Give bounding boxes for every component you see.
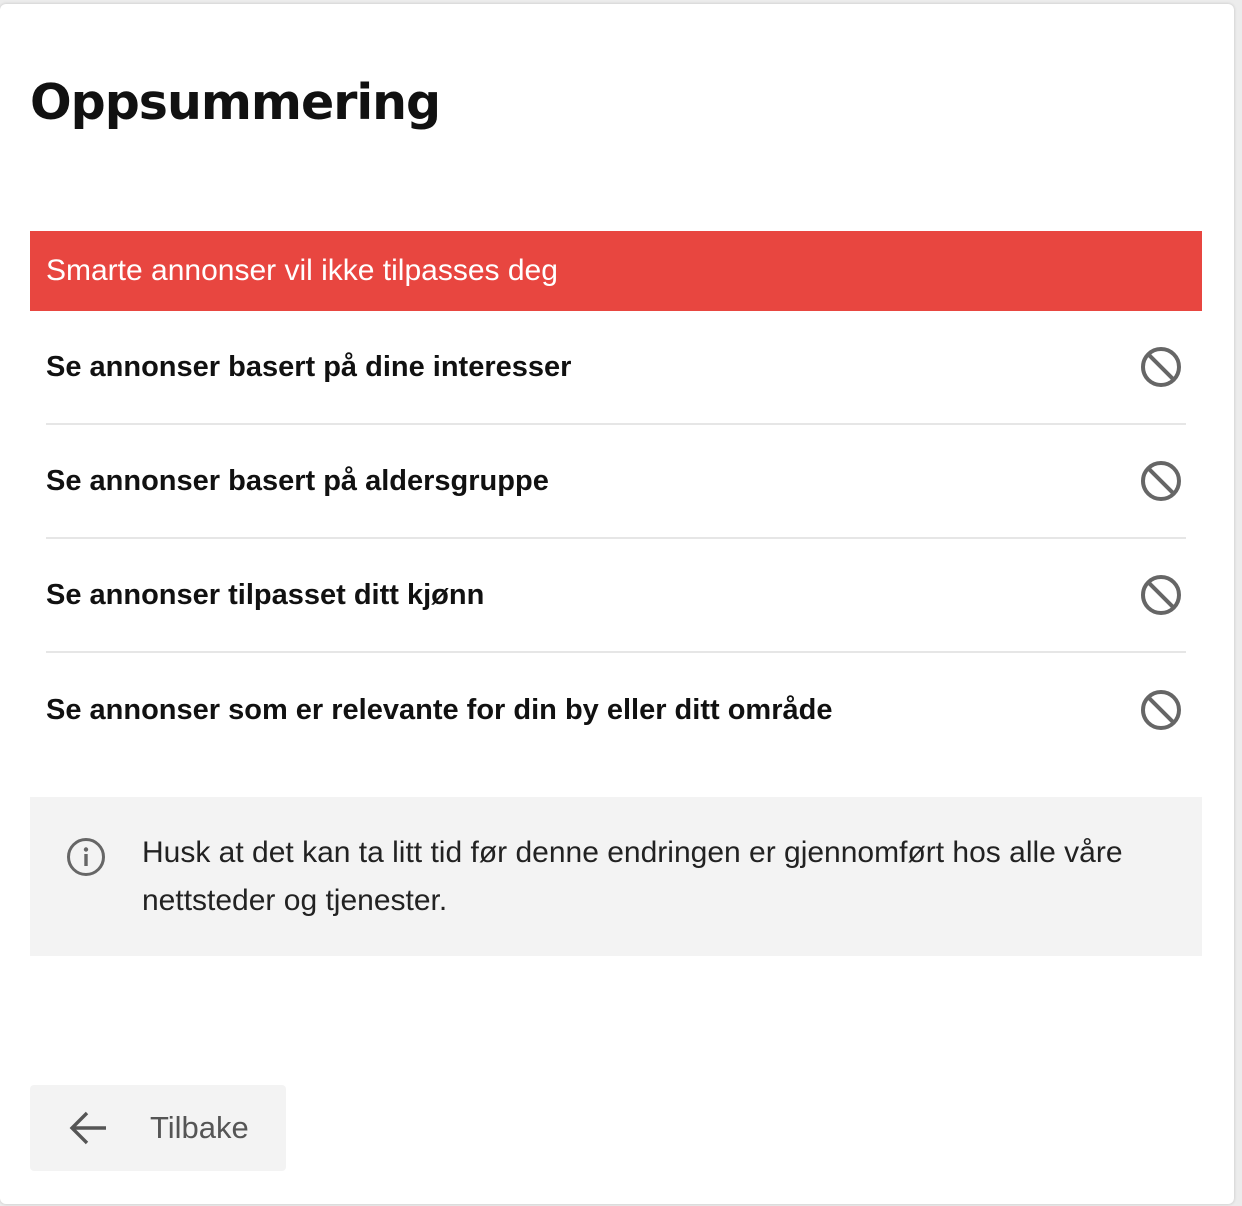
back-button-label: Tilbake xyxy=(150,1110,249,1145)
list-item: Se annonser tilpasset ditt kjønn xyxy=(46,539,1186,653)
page-title: Oppsummering xyxy=(30,74,441,131)
list-item: Se annonser basert på aldersgruppe xyxy=(46,425,1186,539)
block-icon xyxy=(1141,461,1181,501)
info-text: Husk at det kan ta litt tid før denne en… xyxy=(142,836,1123,917)
consent-summary-list: Se annonser basert på dine interesser Se… xyxy=(46,311,1186,767)
status-banner: Smarte annonser vil ikke tilpasses deg xyxy=(30,231,1202,311)
info-notice: Husk at det kan ta litt tid før denne en… xyxy=(30,797,1202,956)
list-item-label: Se annonser som er relevante for din by … xyxy=(46,693,833,726)
list-item: Se annonser basert på dine interesser xyxy=(46,311,1186,425)
block-icon xyxy=(1141,347,1181,387)
list-item-label: Se annonser tilpasset ditt kjønn xyxy=(46,578,485,611)
list-item-label: Se annonser basert på dine interesser xyxy=(46,350,572,383)
summary-card: Oppsummering Smarte annonser vil ikke ti… xyxy=(0,4,1234,1204)
info-icon xyxy=(67,838,105,876)
back-button[interactable]: Tilbake xyxy=(30,1085,286,1171)
list-item: Se annonser som er relevante for din by … xyxy=(46,653,1186,767)
arrow-left-icon xyxy=(69,1111,106,1145)
block-icon xyxy=(1141,690,1181,730)
block-icon xyxy=(1141,575,1181,615)
list-item-label: Se annonser basert på aldersgruppe xyxy=(46,464,549,497)
